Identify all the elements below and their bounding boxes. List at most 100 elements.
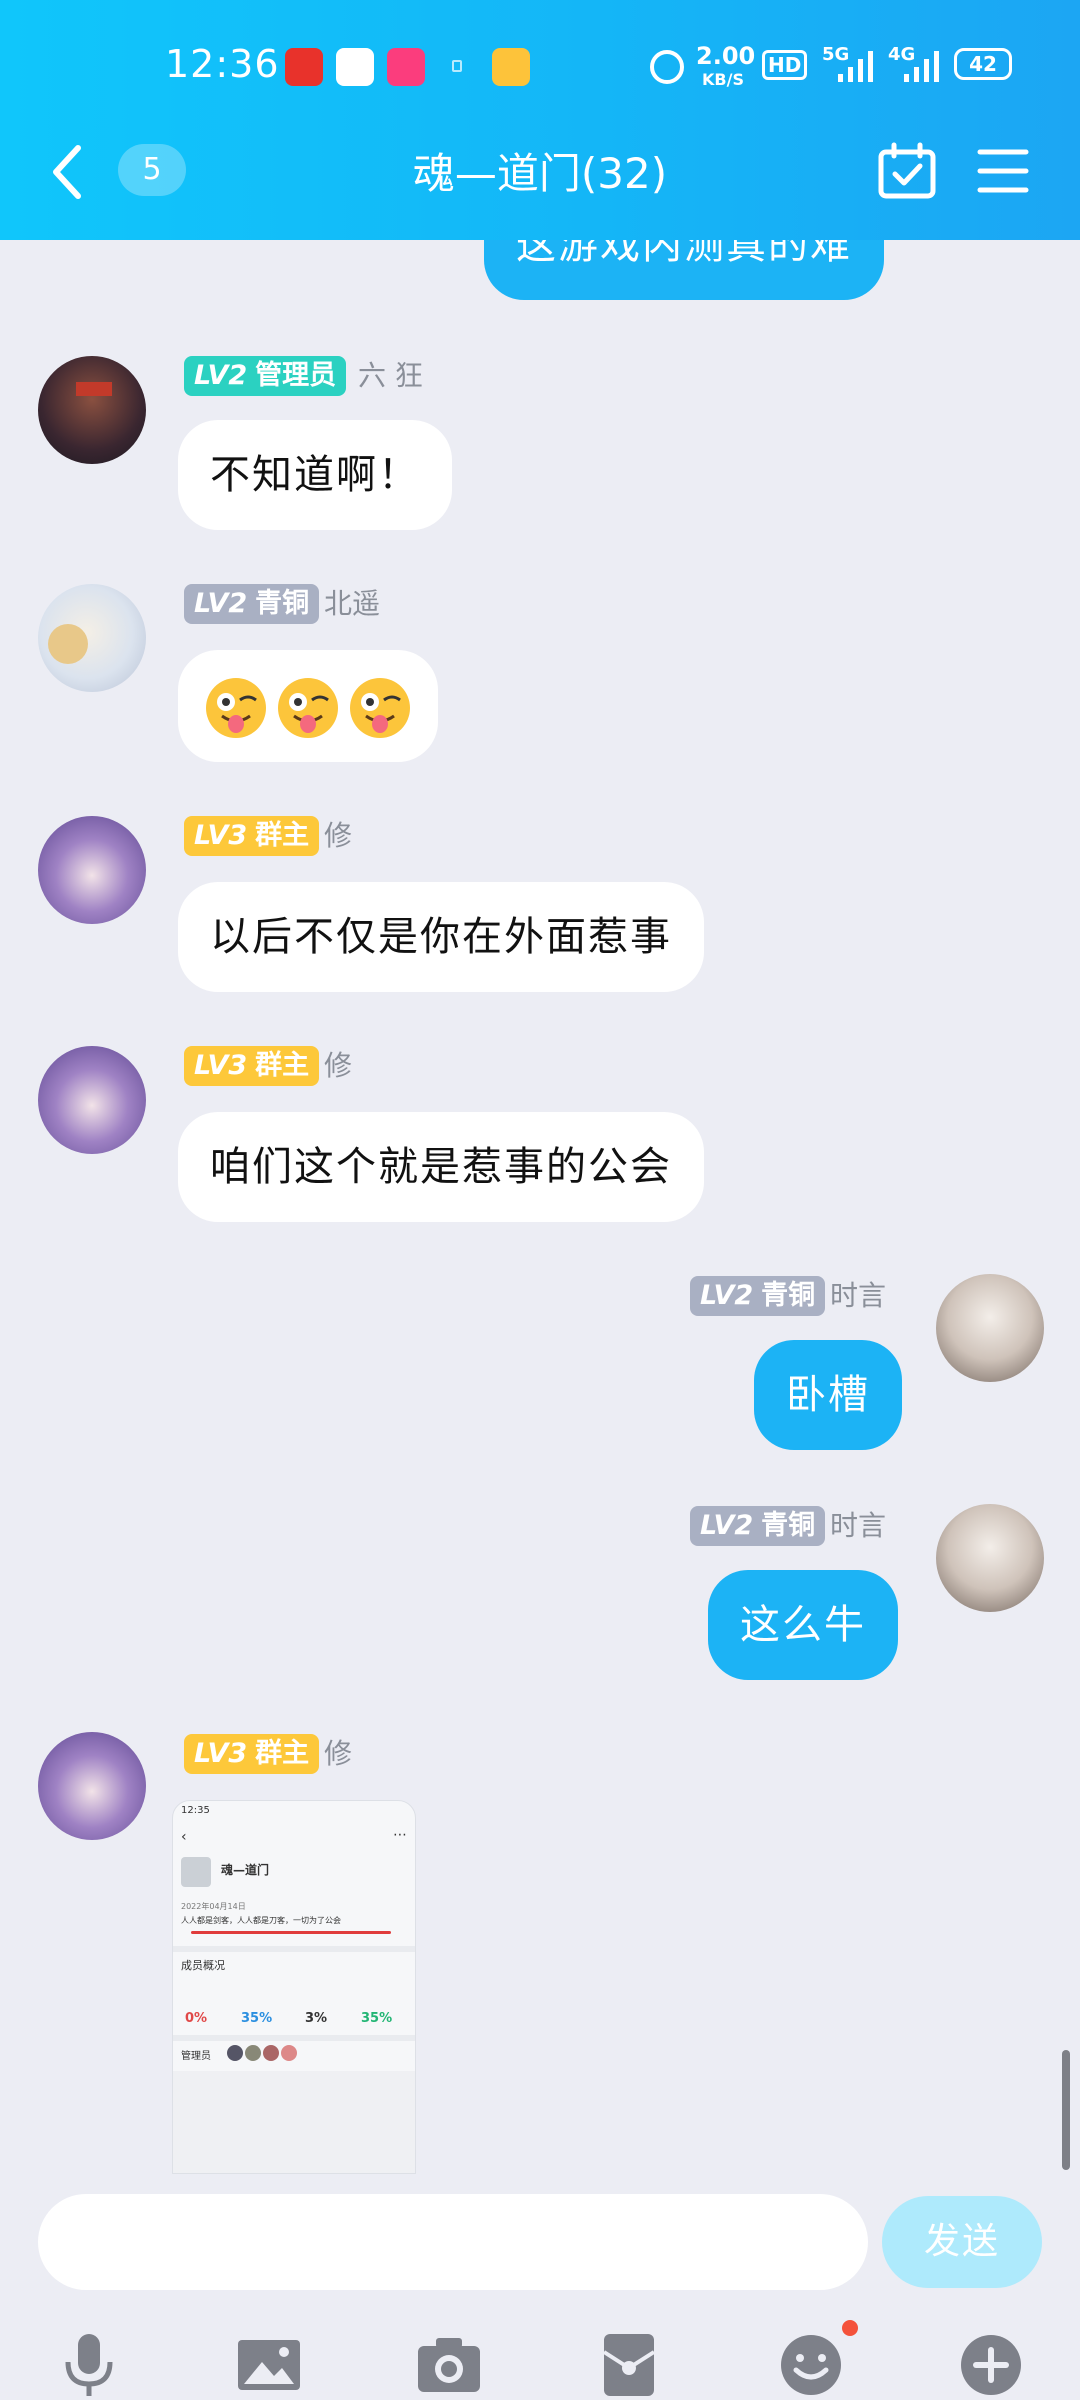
message-input[interactable] xyxy=(38,2194,868,2290)
image-message[interactable]: 12:35 ‹ ⋯ 魂—道门 2022年04月14日 人人都是剑客，人人都是刀客… xyxy=(172,1800,416,2174)
hd-icon: HD xyxy=(762,50,808,80)
thumb-member-avatar xyxy=(227,2045,243,2061)
level-label: LV3 xyxy=(194,1738,248,1769)
sender-name[interactable]: 修 xyxy=(324,1734,352,1774)
sender-name[interactable]: 六 狂 xyxy=(358,356,423,396)
sender-name[interactable]: 修 xyxy=(324,1046,352,1086)
sender-name[interactable]: 修 xyxy=(324,816,352,856)
music-app-icon xyxy=(285,48,323,86)
thumb-group-name: 魂—道门 xyxy=(221,1863,270,1877)
level-label: LV2 xyxy=(700,1280,754,1311)
thumb-member-avatar xyxy=(263,2045,279,2061)
thumb-underline xyxy=(191,1931,391,1934)
role-label: 群主 xyxy=(255,1738,310,1769)
level-label: LV2 xyxy=(194,360,248,391)
level-label: LV2 xyxy=(700,1510,754,1541)
role-badge: LV3 群主 xyxy=(184,1046,320,1086)
status-bar: 12:36 2.00 KB/S HD 5G 4G 42 xyxy=(0,30,1080,104)
message-bubble[interactable]: 以后不仅是你在外面惹事 xyxy=(178,882,704,992)
back-icon[interactable] xyxy=(44,142,94,202)
role-label: 管理员 xyxy=(255,360,337,391)
signal-5g-icon xyxy=(838,51,873,82)
thumb-divider xyxy=(173,2035,415,2041)
nav-bar: 5 魂—道门(32) xyxy=(0,130,1080,210)
notification-dot xyxy=(842,2320,858,2336)
chat-title[interactable]: 魂—道门(32) xyxy=(340,140,740,201)
red-packet-icon[interactable] xyxy=(594,2330,664,2400)
battery-level: 42 xyxy=(969,52,997,76)
status-time: 12:36 xyxy=(165,42,280,86)
weibo-icon xyxy=(492,48,530,86)
level-label: LV2 xyxy=(194,588,248,619)
avatar[interactable] xyxy=(38,816,146,924)
camera-icon[interactable] xyxy=(414,2330,484,2400)
unread-count-badge[interactable]: 5 xyxy=(118,144,186,196)
video-app-icon xyxy=(387,48,425,86)
input-area: 发送 xyxy=(0,2180,1080,2400)
plus-icon[interactable] xyxy=(956,2330,1026,2400)
thumb-stat: 35% xyxy=(361,2011,393,2026)
sender-name[interactable]: 北遥 xyxy=(324,584,380,624)
thumb-member-avatar xyxy=(245,2045,261,2061)
message-bubble[interactable]: 不知道啊！ xyxy=(178,420,452,530)
scrollbar[interactable] xyxy=(1062,2050,1070,2170)
level-label: LV3 xyxy=(194,1050,248,1081)
send-button[interactable]: 发送 xyxy=(882,2196,1042,2288)
menu-icon[interactable] xyxy=(976,146,1030,196)
net-speed-unit: KB/S xyxy=(702,70,744,89)
signal-4g-icon xyxy=(904,51,939,82)
role-badge: LV2 青铜 xyxy=(690,1506,826,1546)
avatar[interactable] xyxy=(936,1274,1044,1382)
bird-app-icon xyxy=(336,48,374,86)
battery-icon: 42 xyxy=(954,48,1012,80)
winking-tongue-emoji xyxy=(278,678,338,738)
role-label: 群主 xyxy=(255,820,310,851)
role-badge: LV3 群主 xyxy=(184,816,320,856)
avatar[interactable] xyxy=(38,1732,146,1840)
thumb-more-icon: ⋯ xyxy=(393,1827,407,1843)
thumb-notice: 人人都是剑客，人人都是刀客，一切为了公会 xyxy=(181,1916,341,1925)
thumb-stat: 0% xyxy=(185,2011,208,2026)
message-bubble[interactable]: 卧槽 xyxy=(754,1340,902,1450)
message-bubble[interactable]: 这么牛 xyxy=(708,1570,898,1680)
role-badge: LV3 群主 xyxy=(184,1734,320,1774)
role-badge: LV2 管理员 xyxy=(184,356,347,396)
sender-name[interactable]: 时言 xyxy=(830,1276,886,1316)
role-badge: LV2 青铜 xyxy=(690,1276,826,1316)
winking-tongue-emoji xyxy=(206,678,266,738)
thumb-back-icon: ‹ xyxy=(181,1829,187,1845)
level-label: LV3 xyxy=(194,820,248,851)
mic-icon[interactable] xyxy=(54,2330,124,2400)
thumb-divider xyxy=(173,1946,415,1952)
role-label: 青铜 xyxy=(761,1280,816,1311)
winking-tongue-emoji xyxy=(350,678,410,738)
sender-name[interactable]: 时言 xyxy=(830,1506,886,1546)
sign-shape xyxy=(76,382,112,396)
avatar[interactable] xyxy=(38,584,146,692)
alarm-icon xyxy=(650,50,684,84)
role-label: 青铜 xyxy=(761,1510,816,1541)
message-bubble[interactable] xyxy=(178,650,438,762)
thumb-members-label: 管理员 xyxy=(181,2051,211,2062)
avatar[interactable] xyxy=(38,356,146,464)
thumb-date: 2022年04月14日 xyxy=(181,1902,246,1911)
thumb-stat: 3% xyxy=(305,2011,328,2026)
ear-shape xyxy=(48,624,88,664)
chat-header: 12:36 2.00 KB/S HD 5G 4G 42 5 魂—道门(32) xyxy=(0,0,1080,240)
thumb-group-avatar xyxy=(181,1857,211,1887)
thumb-section-title: 成员概况 xyxy=(181,1959,225,1972)
thumb-member-avatar xyxy=(281,2045,297,2061)
message-bubble[interactable]: 咱们这个就是惹事的公会 xyxy=(178,1112,704,1222)
lock-icon xyxy=(452,60,462,72)
role-label: 青铜 xyxy=(255,588,310,619)
role-label: 群主 xyxy=(255,1050,310,1081)
calendar-check-icon[interactable] xyxy=(878,142,936,200)
role-badge: LV2 青铜 xyxy=(184,584,320,624)
avatar[interactable] xyxy=(936,1504,1044,1612)
thumb-blank-area xyxy=(173,2071,415,2173)
avatar[interactable] xyxy=(38,1046,146,1154)
thumb-stat: 35% xyxy=(241,2011,273,2026)
emoji-icon[interactable] xyxy=(776,2330,846,2400)
thumb-time: 12:35 xyxy=(181,1805,210,1816)
image-icon[interactable] xyxy=(234,2330,304,2400)
